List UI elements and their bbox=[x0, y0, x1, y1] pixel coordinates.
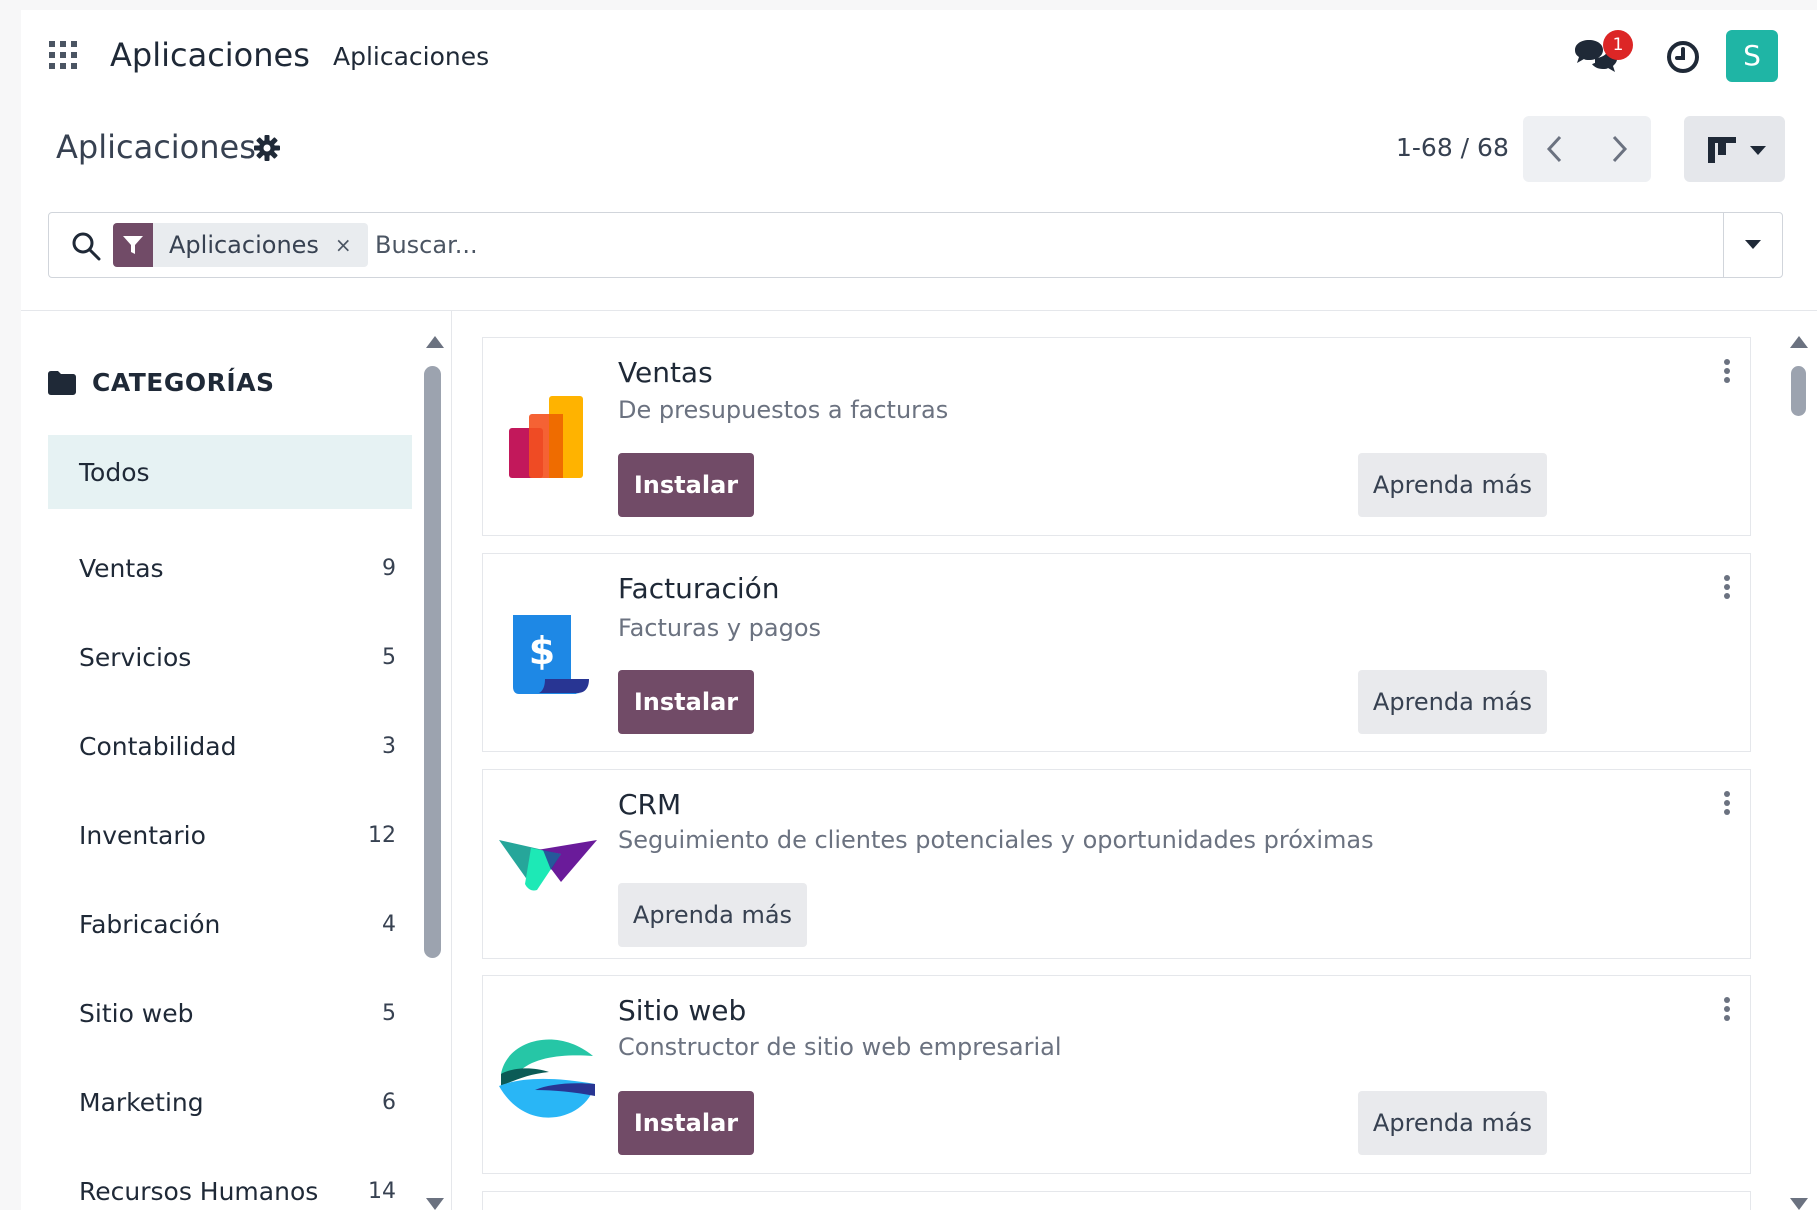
search-bar: Aplicaciones × bbox=[48, 212, 1783, 278]
learn-more-button[interactable]: Aprenda más bbox=[1358, 1091, 1547, 1155]
category-count: 12 bbox=[368, 823, 396, 848]
app-card-sitio-web: Sitio web Constructor de sitio web empre… bbox=[482, 975, 1751, 1174]
category-label: Sitio web bbox=[79, 999, 194, 1028]
app-card-ventas: Ventas De presupuestos a facturas Instal… bbox=[482, 337, 1751, 536]
install-button[interactable]: Instalar bbox=[618, 453, 754, 517]
kanban-view-icon bbox=[1708, 137, 1736, 163]
category-item-servicios[interactable]: Servicios 5 bbox=[48, 613, 412, 702]
category-label: Marketing bbox=[79, 1088, 204, 1117]
folder-icon bbox=[48, 370, 76, 395]
app-name: CRM bbox=[618, 788, 682, 821]
invoicing-app-icon: $ bbox=[513, 615, 589, 694]
app-name: Sitio web bbox=[618, 994, 747, 1027]
category-item-fabricacion[interactable]: Fabricación 4 bbox=[48, 880, 412, 969]
app-card-crm: CRM Seguimiento de clientes potenciales … bbox=[482, 769, 1751, 959]
category-label: Recursos Humanos bbox=[79, 1177, 319, 1206]
sales-app-icon bbox=[509, 396, 583, 478]
category-item-marketing[interactable]: Marketing 6 bbox=[48, 1058, 412, 1147]
pager-buttons bbox=[1523, 116, 1651, 182]
category-item-recursos-humanos[interactable]: Recursos Humanos 14 bbox=[48, 1147, 412, 1210]
pager-next-button[interactable] bbox=[1587, 116, 1651, 182]
page-title: Aplicaciones bbox=[56, 128, 256, 166]
category-label: Servicios bbox=[79, 643, 192, 672]
category-item-ventas[interactable]: Ventas 9 bbox=[48, 524, 412, 613]
top-navbar: Aplicaciones Aplicaciones 1 S bbox=[21, 10, 1817, 88]
scroll-down-icon[interactable] bbox=[1790, 1198, 1808, 1210]
app-list: Ventas De presupuestos a facturas Instal… bbox=[452, 311, 1817, 1210]
category-item-contabilidad[interactable]: Contabilidad 3 bbox=[48, 702, 412, 791]
chevron-left-icon bbox=[1546, 135, 1562, 163]
category-label: Todos bbox=[79, 457, 150, 487]
install-button[interactable]: Instalar bbox=[618, 1091, 754, 1155]
pager-previous-button[interactable] bbox=[1523, 116, 1587, 182]
chevron-right-icon bbox=[1612, 135, 1628, 163]
category-count: 4 bbox=[382, 912, 396, 937]
view-switcher-button[interactable] bbox=[1684, 116, 1785, 182]
filter-icon bbox=[113, 223, 153, 267]
app-name: Facturación bbox=[618, 572, 780, 605]
user-avatar[interactable]: S bbox=[1726, 30, 1778, 82]
category-item-todos[interactable]: Todos bbox=[48, 435, 412, 509]
navbar-brand[interactable]: Aplicaciones bbox=[110, 36, 310, 74]
chat-badge: 1 bbox=[1603, 30, 1633, 60]
category-count: 14 bbox=[368, 1179, 396, 1204]
category-count: 3 bbox=[382, 734, 396, 759]
search-options-toggle[interactable] bbox=[1723, 213, 1782, 277]
pager-value[interactable]: 1-68 / 68 bbox=[1396, 133, 1509, 162]
app-card-partial bbox=[482, 1191, 1751, 1210]
more-options-icon[interactable] bbox=[1722, 574, 1732, 600]
scroll-up-icon[interactable] bbox=[426, 336, 444, 348]
svg-text:$: $ bbox=[529, 629, 555, 673]
category-list: Todos Ventas 9 Servicios 5 Contabilidad … bbox=[48, 435, 412, 1210]
gear-icon[interactable] bbox=[253, 134, 281, 162]
learn-more-button[interactable]: Aprenda más bbox=[1358, 670, 1547, 734]
app-window: Aplicaciones Aplicaciones 1 S Aplicacion… bbox=[21, 10, 1817, 1210]
category-label: Contabilidad bbox=[79, 732, 237, 761]
sidebar-scroll-thumb[interactable] bbox=[424, 366, 441, 958]
app-name: Ventas bbox=[618, 356, 713, 389]
category-label: Ventas bbox=[79, 554, 164, 583]
category-count: 9 bbox=[382, 556, 396, 581]
crm-app-icon bbox=[499, 840, 597, 891]
search-icon[interactable] bbox=[71, 231, 101, 261]
scroll-down-icon[interactable] bbox=[426, 1198, 444, 1210]
app-summary: Facturas y pagos bbox=[618, 614, 822, 642]
category-header: CATEGORÍAS bbox=[48, 368, 275, 397]
caret-down-icon bbox=[1745, 240, 1761, 249]
app-summary: Seguimiento de clientes potenciales y op… bbox=[618, 826, 1374, 854]
app-summary: De presupuestos a facturas bbox=[618, 396, 949, 424]
category-count: 5 bbox=[382, 1001, 396, 1026]
category-count: 5 bbox=[382, 645, 396, 670]
app-summary: Constructor de sitio web empresarial bbox=[618, 1033, 1062, 1061]
caret-down-icon bbox=[1750, 146, 1766, 155]
category-sidebar: CATEGORÍAS Todos Ventas 9 Servicios 5 Co… bbox=[21, 311, 452, 1210]
facet-label: Aplicaciones bbox=[169, 231, 319, 259]
search-facet: Aplicaciones × bbox=[113, 223, 368, 267]
category-label: Fabricación bbox=[79, 910, 221, 939]
category-item-sitio-web[interactable]: Sitio web 5 bbox=[48, 969, 412, 1058]
install-button[interactable]: Instalar bbox=[618, 670, 754, 734]
more-options-icon[interactable] bbox=[1722, 996, 1732, 1022]
app-card-facturacion: $ Facturación Facturas y pagos Instalar … bbox=[482, 553, 1751, 752]
category-title: CATEGORÍAS bbox=[92, 368, 275, 397]
category-count: 6 bbox=[382, 1090, 396, 1115]
category-label: Inventario bbox=[79, 821, 206, 850]
clock-icon[interactable] bbox=[1666, 40, 1700, 74]
learn-more-button[interactable]: Aprenda más bbox=[618, 883, 807, 947]
apps-menu-icon[interactable] bbox=[49, 41, 77, 69]
learn-more-button[interactable]: Aprenda más bbox=[1358, 453, 1547, 517]
more-options-icon[interactable] bbox=[1722, 358, 1732, 384]
website-app-icon bbox=[499, 1039, 595, 1118]
category-item-inventario[interactable]: Inventario 12 bbox=[48, 791, 412, 880]
more-options-icon[interactable] bbox=[1722, 790, 1732, 816]
main-scroll-thumb[interactable] bbox=[1791, 366, 1806, 416]
facet-remove-icon[interactable]: × bbox=[335, 233, 368, 257]
search-input[interactable] bbox=[373, 221, 1177, 269]
navbar-menu-item-apps[interactable]: Aplicaciones bbox=[333, 42, 489, 71]
scroll-up-icon[interactable] bbox=[1790, 336, 1808, 348]
